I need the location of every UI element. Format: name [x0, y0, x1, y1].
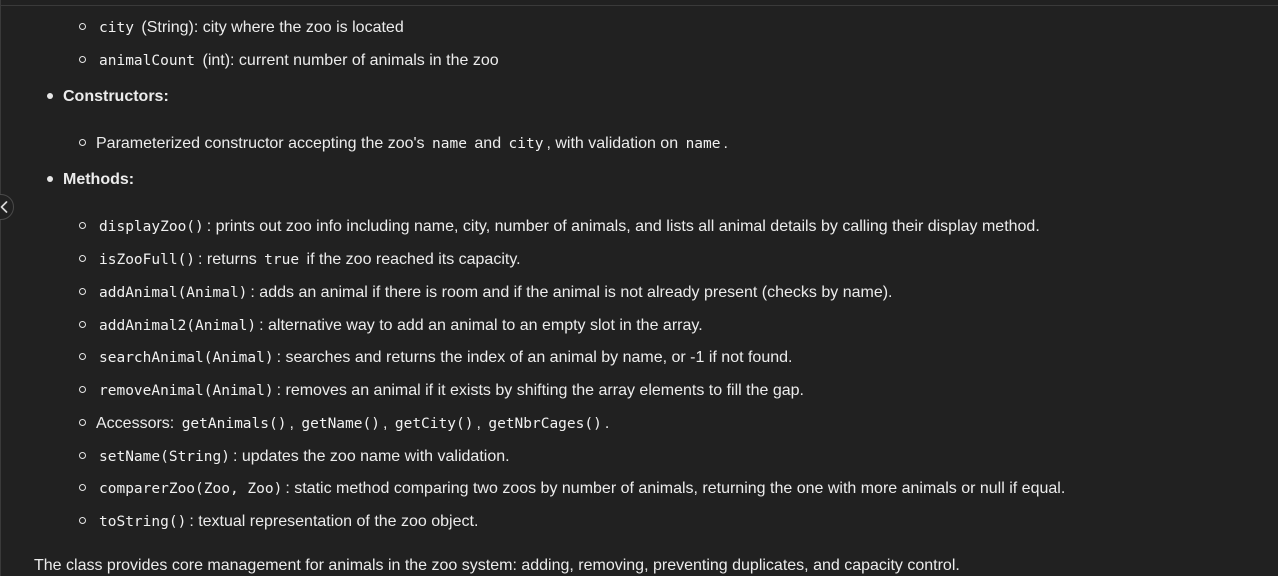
bullet [79, 56, 86, 64]
inline-code: addAnimal2(Animal) [99, 318, 257, 334]
list-item: isZooFull(): returns true if the zoo rea… [79, 250, 521, 270]
inline-code: getNbrCages() [488, 416, 602, 432]
summary-paragraph: The class provides core management for a… [34, 557, 960, 574]
item-text: , [289, 415, 294, 432]
inline-code: animalCount [99, 53, 196, 69]
item-text: : removes an animal if it exists by shif… [276, 382, 804, 399]
item-text: Accessors: [96, 415, 175, 432]
item-text: : alternative way to add an animal to an… [259, 317, 703, 334]
inline-code: city [508, 136, 544, 152]
list-item: addAnimal(Animal): adds an animal if the… [79, 283, 893, 303]
inline-code: addAnimal(Animal) [99, 285, 248, 301]
item-text: , with validation on [546, 135, 679, 152]
bullet [79, 321, 86, 329]
item-text: (int): current number of animals in the … [202, 52, 499, 69]
bullet [79, 452, 86, 460]
bullet [79, 517, 86, 525]
item-text: : searches and returns the index of an a… [276, 349, 793, 366]
left-divider [0, 0, 1, 576]
inline-code: name [432, 136, 467, 152]
item-text: : textual representation of the zoo obje… [189, 513, 479, 530]
item-text: if the zoo reached its capacity. [306, 251, 521, 268]
inline-code: true [264, 252, 300, 268]
item-text: . [604, 415, 610, 432]
bullet [79, 139, 86, 147]
bullet [47, 92, 53, 99]
item-text: : static method comparing two zoos by nu… [285, 480, 1066, 497]
item-text: Parameterized constructor accepting the … [96, 135, 425, 152]
inline-code: name [685, 136, 721, 152]
inline-code: getAnimals() [181, 416, 287, 432]
bullet [47, 175, 53, 182]
section-heading: Methods: [63, 171, 135, 188]
list-item: displayZoo(): prints out zoo info includ… [79, 217, 1040, 237]
chevron-left-icon [0, 201, 8, 213]
list-item: city (String): city where the zoo is loc… [79, 18, 404, 38]
item-text: , [476, 415, 481, 432]
list-item: Methods: [47, 170, 134, 190]
list-item: Constructors: [47, 87, 169, 107]
item-text: and [474, 135, 502, 152]
list-item: Parameterized constructor accepting the … [79, 134, 728, 154]
bullet [79, 419, 86, 427]
bullet [79, 386, 86, 394]
list-item: toString(): textual representation of th… [79, 512, 478, 532]
bullet [79, 288, 86, 296]
item-text: : updates the zoo name with validation. [232, 448, 510, 465]
item-text: : adds an animal if there is room and if… [250, 284, 893, 301]
list-item: animalCount (int): current number of ani… [79, 51, 499, 71]
collapse-sidebar-button[interactable] [0, 194, 14, 220]
inline-code: displayZoo() [99, 219, 204, 235]
list-item: setName(String): updates the zoo name wi… [79, 447, 510, 467]
item-text: , [382, 415, 388, 432]
list-item: comparerZoo(Zoo, Zoo): static method com… [79, 479, 1065, 499]
item-text: (String): city where the zoo is located [141, 19, 404, 36]
inline-code: removeAnimal(Animal) [99, 383, 274, 399]
item-text: . [723, 135, 728, 152]
list-item: addAnimal2(Animal): alternative way to a… [79, 316, 703, 336]
inline-code: isZooFull() [99, 252, 196, 268]
inline-code: comparerZoo(Zoo, Zoo) [99, 481, 283, 497]
item-text: : prints out zoo info including name, ci… [206, 218, 1040, 235]
bullet [79, 484, 86, 492]
section-heading: Constructors: [63, 88, 169, 105]
bullet [79, 23, 86, 31]
list-item: Accessors: getAnimals(), getName(), getC… [79, 414, 609, 434]
list-item: removeAnimal(Animal): removes an animal … [79, 381, 804, 401]
bullet [79, 353, 86, 361]
bullet [79, 255, 86, 263]
inline-code: searchAnimal(Animal) [99, 350, 274, 366]
top-divider [0, 0, 1278, 6]
item-text: : returns [198, 251, 257, 268]
bullet [79, 222, 86, 230]
list-item: searchAnimal(Animal): searches and retur… [79, 348, 792, 368]
inline-code: getCity() [394, 416, 474, 432]
inline-code: setName(String) [99, 449, 230, 465]
inline-code: city [99, 20, 134, 36]
inline-code: getName() [301, 416, 380, 432]
inline-code: toString() [99, 514, 187, 530]
